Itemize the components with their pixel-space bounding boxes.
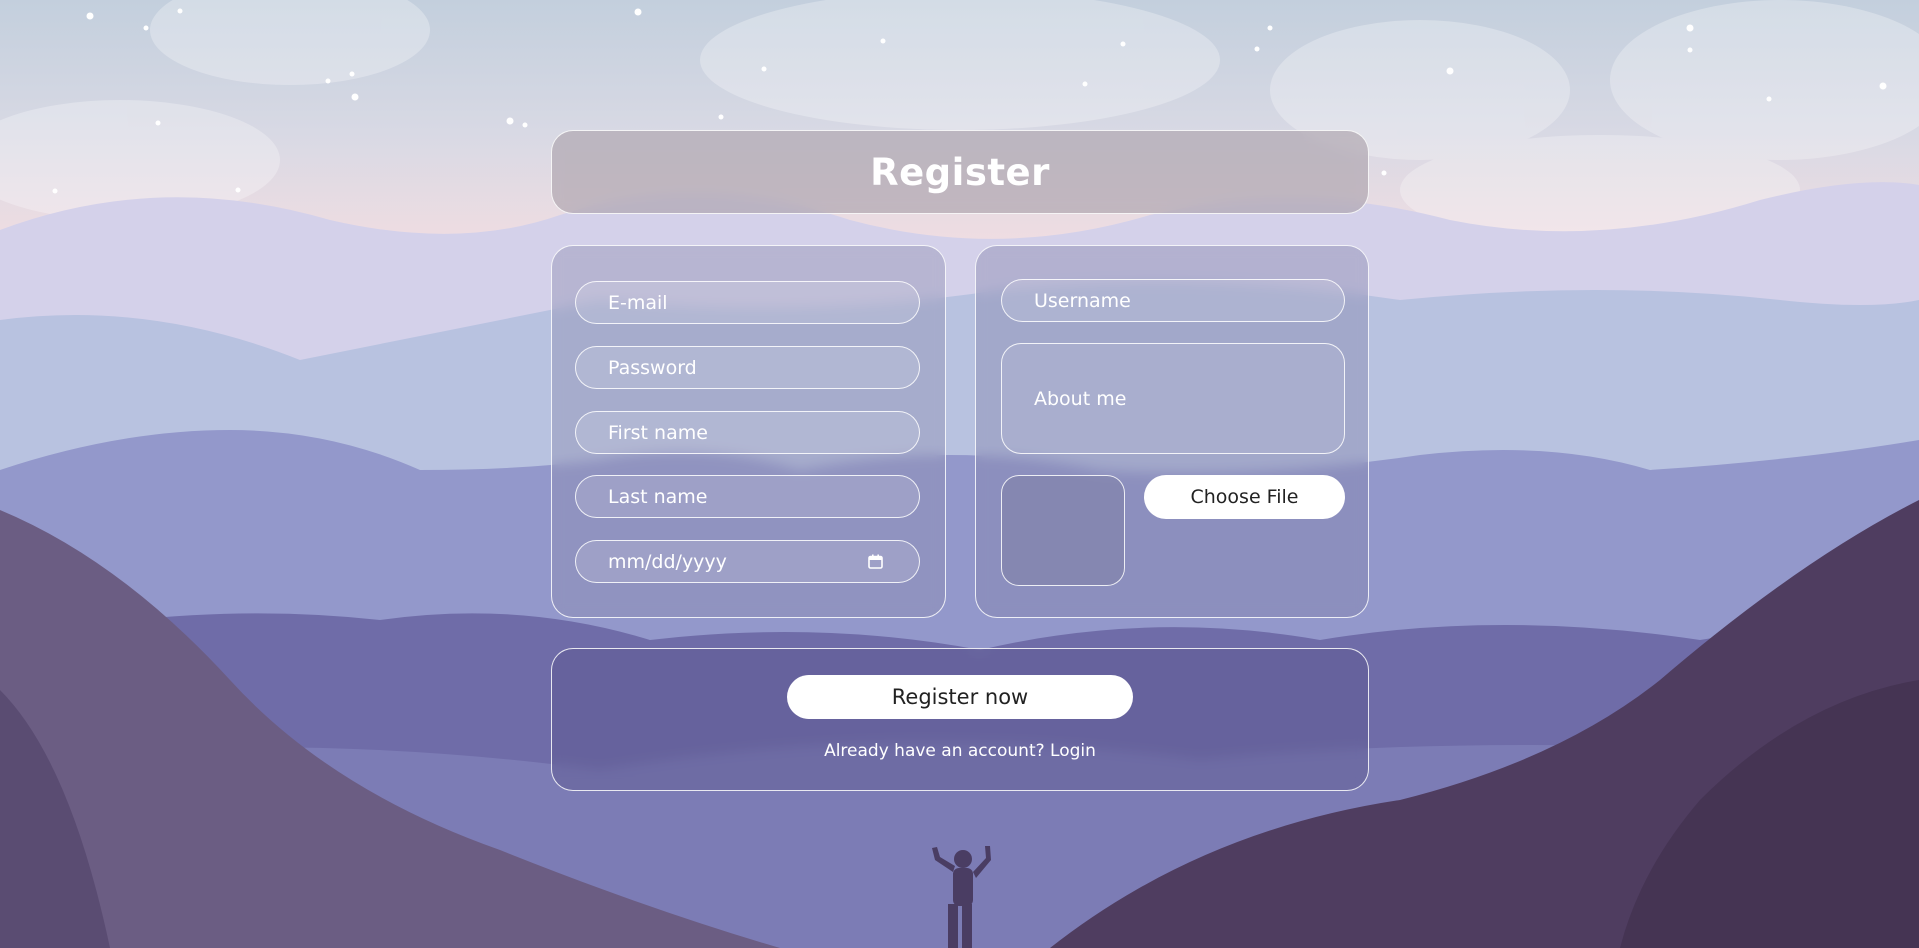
submit-panel: Register now Already have an account? Lo… [551, 648, 1369, 791]
login-link[interactable]: Already have an account? Login [552, 741, 1368, 761]
choose-file-label: Choose File [1190, 486, 1299, 508]
register-now-button[interactable]: Register now [787, 675, 1133, 719]
date-input[interactable]: mm/dd/yyyy [575, 540, 920, 583]
password-input[interactable]: Password [575, 346, 920, 389]
first-name-input[interactable]: First name [575, 411, 920, 454]
email-placeholder: E-mail [608, 291, 668, 314]
personal-info-panel: E-mail Password First name Last name mm/… [551, 245, 946, 618]
password-placeholder: Password [608, 356, 697, 379]
email-input[interactable]: E-mail [575, 281, 920, 324]
calendar-icon[interactable] [868, 554, 883, 569]
username-placeholder: Username [1034, 289, 1131, 312]
about-me-placeholder: About me [1034, 387, 1127, 410]
last-name-input[interactable]: Last name [575, 475, 920, 518]
choose-file-button[interactable]: Choose File [1144, 475, 1345, 519]
last-name-placeholder: Last name [608, 485, 708, 508]
avatar-preview [1001, 475, 1125, 586]
register-now-label: Register now [891, 685, 1029, 709]
username-input[interactable]: Username [1001, 279, 1345, 322]
register-header: Register [551, 130, 1369, 214]
about-me-textarea[interactable]: About me [1001, 343, 1345, 454]
page-title: Register [870, 150, 1050, 194]
first-name-placeholder: First name [608, 421, 708, 444]
profile-panel: Username About me Choose File [975, 245, 1369, 618]
date-placeholder: mm/dd/yyyy [608, 550, 727, 573]
